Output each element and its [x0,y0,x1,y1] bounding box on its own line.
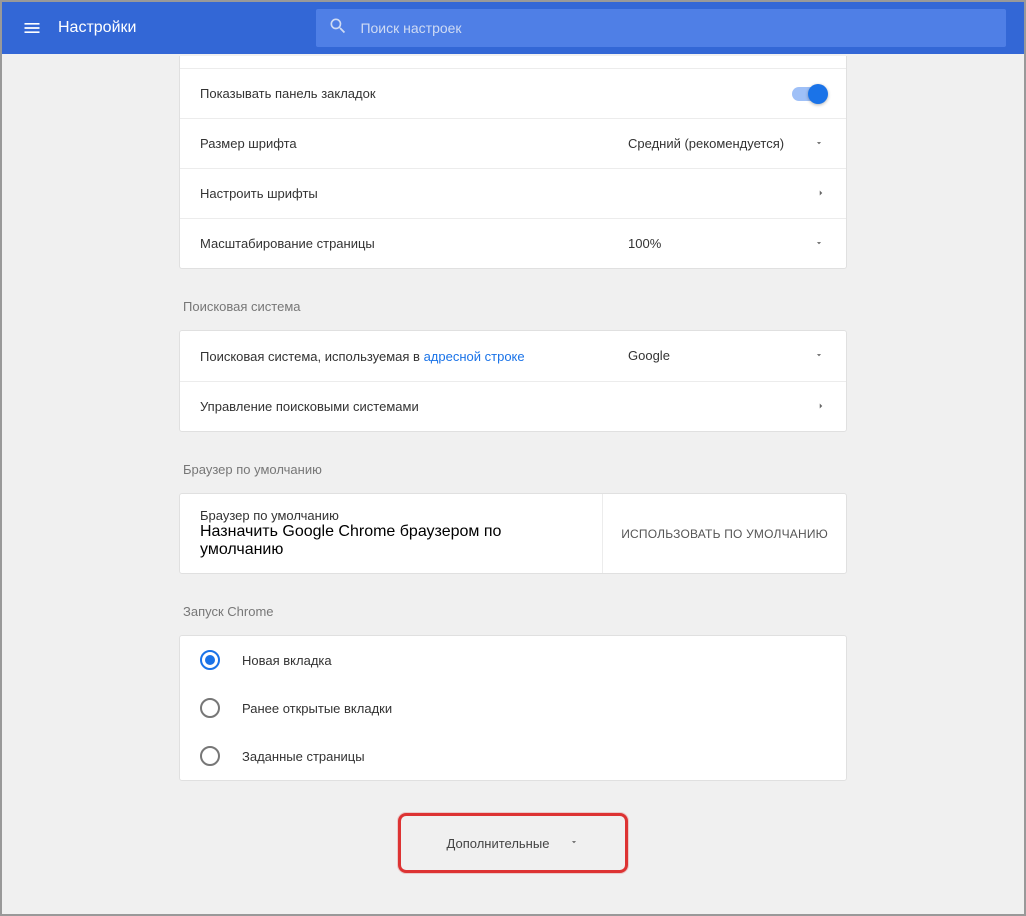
customize-fonts-label: Настроить шрифты [200,186,816,201]
search-engine-section-title: Поисковая система [183,299,847,314]
font-size-label: Размер шрифта [200,136,626,151]
default-browser-info: Браузер по умолчанию Назначить Google Ch… [180,494,602,573]
startup-option-newtab[interactable]: Новая вкладка [180,636,846,684]
page-zoom-label: Масштабирование страницы [200,236,626,251]
startup-option-specific[interactable]: Заданные страницы [180,732,846,780]
menu-icon[interactable] [14,10,50,46]
advanced-button[interactable]: Дополнительные [398,813,629,873]
default-browser-section-title: Браузер по умолчанию [183,462,847,477]
address-bar-link[interactable]: адресной строке [424,349,525,364]
radio-icon[interactable] [200,650,220,670]
manage-search-engines-label: Управление поисковыми системами [200,399,816,414]
search-icon [328,16,348,41]
search-engine-value: Google [628,348,670,363]
bookmarks-bar-toggle[interactable] [792,87,826,101]
page-zoom-value: 100% [628,236,661,251]
startup-card: Новая вкладка Ранее открытые вкладки Зад… [179,635,847,781]
radio-icon[interactable] [200,698,220,718]
app-header: Настройки [2,2,1024,54]
chevron-right-icon [816,185,826,203]
search-engine-row: Поисковая система, используемая в адресн… [180,331,846,381]
caret-down-icon [814,348,824,363]
search-engine-select[interactable]: Google [626,342,826,370]
font-size-value: Средний (рекомендуется) [628,136,784,151]
startup-option-label: Новая вкладка [242,653,332,668]
manage-search-engines-row[interactable]: Управление поисковыми системами [180,381,846,431]
startup-option-label: Ранее открытые вкладки [242,701,392,716]
set-default-button[interactable]: ИСПОЛЬЗОВАТЬ ПО УМОЛЧАНИЮ [621,527,828,541]
default-browser-title: Браузер по умолчанию [200,508,582,523]
default-browser-sub: Назначить Google Chrome браузером по умо… [200,523,582,559]
search-input[interactable] [360,20,994,36]
search-engine-card: Поисковая система, используемая в адресн… [179,330,847,432]
caret-down-icon [814,236,824,251]
caret-down-icon [814,136,824,151]
cutoff-row [180,56,846,68]
font-size-row: Размер шрифта Средний (рекомендуется) [180,118,846,168]
customize-fonts-row[interactable]: Настроить шрифты [180,168,846,218]
font-size-select[interactable]: Средний (рекомендуется) [626,130,826,158]
radio-icon[interactable] [200,746,220,766]
caret-down-icon [569,834,579,852]
page-zoom-row: Масштабирование страницы 100% [180,218,846,268]
appearance-card: Показывать панель закладок Размер шрифта… [179,56,847,269]
bookmarks-bar-row: Показывать панель закладок [180,68,846,118]
default-browser-card: Браузер по умолчанию Назначить Google Ch… [179,493,847,574]
startup-option-label: Заданные страницы [242,749,365,764]
advanced-label: Дополнительные [447,836,550,851]
search-engine-label: Поисковая система, используемая в адресн… [200,349,626,364]
page-zoom-select[interactable]: 100% [626,230,826,258]
chevron-right-icon [816,398,826,416]
startup-option-continue[interactable]: Ранее открытые вкладки [180,684,846,732]
startup-section-title: Запуск Chrome [183,604,847,619]
bookmarks-bar-label: Показывать панель закладок [200,86,792,101]
page-title: Настройки [58,19,136,37]
search-bar[interactable] [316,9,1006,47]
